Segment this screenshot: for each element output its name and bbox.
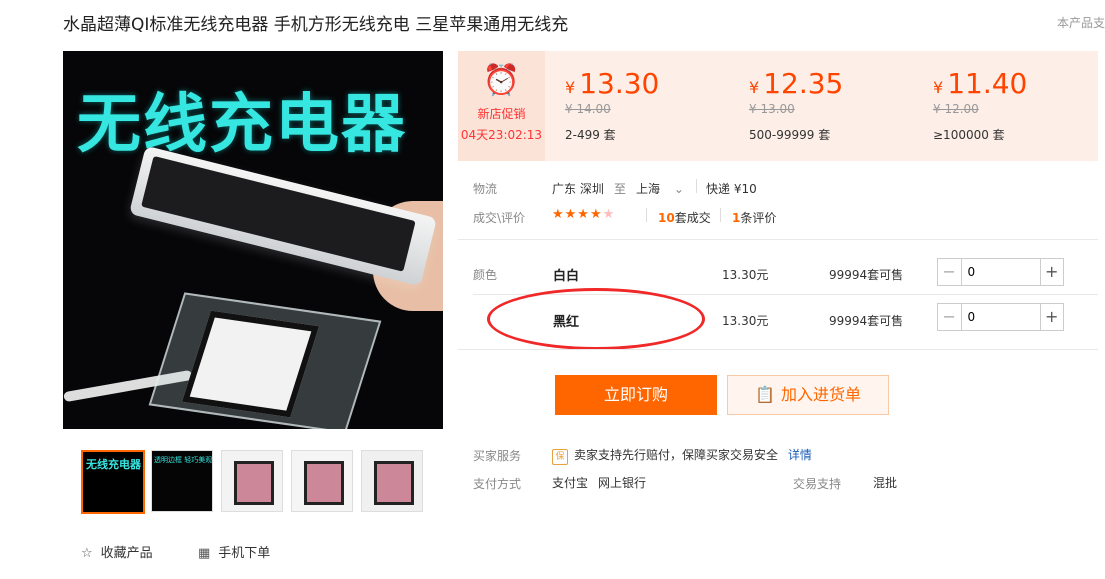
promo-label: 新店促销 [477, 107, 526, 121]
trade-support-value: 混批 [873, 476, 898, 490]
ship-from: 广东 深圳 [552, 182, 604, 196]
tier-price: 11.40 [947, 67, 1028, 100]
price-tier: ¥11.40 ¥ 12.00 ≥100000 套 [933, 67, 1028, 142]
thumbnail-caption: 透明边框 轻巧美观 [154, 456, 213, 464]
main-product-image[interactable]: 无线充电器 [63, 51, 443, 429]
sku-price: 13.30元 [722, 268, 769, 282]
charger-pad-graphic [148, 292, 382, 429]
clipboard-icon: 📋 [755, 385, 775, 404]
quantity-input[interactable] [961, 304, 1040, 330]
payment-netbank: 网上银行 [598, 476, 647, 490]
express-fee: 快递 ¥10 [706, 182, 757, 196]
to-word: 至 [614, 182, 627, 196]
details-link[interactable]: 详情 [788, 448, 812, 462]
thumbnail-2[interactable]: 透明边框 轻巧美观 [151, 450, 213, 512]
product-title: 水晶超薄QI标准无线充电器 手机方形无线充电 三星苹果通用无线充 [63, 15, 569, 35]
color-label: 颜色 [473, 268, 498, 282]
buyer-service-label: 买家服务 [473, 449, 522, 463]
quantity-stepper[interactable]: − + [937, 258, 1064, 286]
destination-select[interactable]: 上海 ⌄ [636, 180, 684, 197]
tier-quantity: ≥100000 套 [933, 128, 1005, 142]
chevron-down-icon: ⌄ [673, 182, 684, 196]
tier-price: 13.30 [579, 67, 660, 100]
buy-now-button[interactable]: 立即订购 [555, 375, 717, 415]
sku-stock: 99994套可售 [829, 314, 904, 328]
thumbnail-5[interactable] [361, 450, 423, 512]
quantity-stepper[interactable]: − + [937, 303, 1064, 331]
favorite-link[interactable]: ☆ 收藏产品 [81, 542, 153, 561]
divider [458, 349, 1098, 350]
hero-image-text: 无线充电器 [77, 88, 407, 162]
alarm-clock-icon: ⏰ [482, 63, 521, 98]
add-to-cart-button[interactable]: 📋 加入进货单 [727, 375, 889, 415]
payment-label: 支付方式 [473, 477, 522, 491]
mobile-order-link[interactable]: ▦ 手机下单 [198, 542, 270, 561]
divider [458, 239, 1098, 240]
star-outline-icon: ☆ [81, 546, 93, 561]
phone-graphic [128, 145, 438, 287]
price-tiers: ¥13.30 ¥ 14.00 2-499 套 ¥12.35 ¥ 13.00 50… [545, 51, 1098, 161]
corner-text: 本产品支 [1057, 16, 1105, 30]
sku-price: 13.30元 [722, 314, 769, 328]
sku-name: 白白 [553, 269, 580, 284]
promo-countdown: 04天23:02:13 [460, 128, 543, 142]
price-tier: ¥12.35 ¥ 13.00 500-99999 套 [749, 67, 844, 142]
plus-button[interactable]: + [1039, 304, 1064, 330]
promo-box: ⏰ 新店促销 04天23:02:13 [458, 51, 545, 161]
guarantee-icon: 保 [552, 449, 568, 465]
tier-price: 12.35 [763, 67, 844, 100]
tier-original-price: ¥ 14.00 [565, 102, 611, 116]
trade-support-label: 交易支持 [793, 477, 842, 491]
payment-alipay: 支付宝 [552, 476, 589, 490]
deals-label: 成交\评价 [473, 211, 526, 225]
plus-button[interactable]: + [1039, 259, 1064, 285]
tier-quantity: 2-499 套 [565, 128, 616, 142]
tier-quantity: 500-99999 套 [749, 128, 831, 142]
thumbnail-3[interactable] [221, 450, 283, 512]
red-annotation-ellipse [487, 288, 705, 350]
tier-original-price: ¥ 13.00 [749, 102, 795, 116]
sales-count[interactable]: 10套成交 [658, 209, 711, 226]
sku-stock: 99994套可售 [829, 268, 904, 282]
tier-original-price: ¥ 12.00 [933, 102, 979, 116]
qr-code-icon: ▦ [198, 546, 211, 561]
price-tier: ¥13.30 ¥ 14.00 2-499 套 [565, 67, 660, 142]
minus-button[interactable]: − [938, 259, 962, 285]
rating-stars: ★★★★★ [552, 207, 616, 222]
logistics-label: 物流 [473, 182, 498, 196]
thumbnail-4[interactable] [291, 450, 353, 512]
quantity-input[interactable] [961, 259, 1040, 285]
thumbnail-caption: 无线充电器 [86, 458, 141, 471]
review-count[interactable]: 1条评价 [732, 209, 776, 226]
thumbnail-1[interactable]: 无线充电器 [81, 450, 145, 514]
minus-button[interactable]: − [938, 304, 962, 330]
service-info: 保卖家支持先行赔付，保障买家交易安全 详情 [552, 446, 812, 465]
